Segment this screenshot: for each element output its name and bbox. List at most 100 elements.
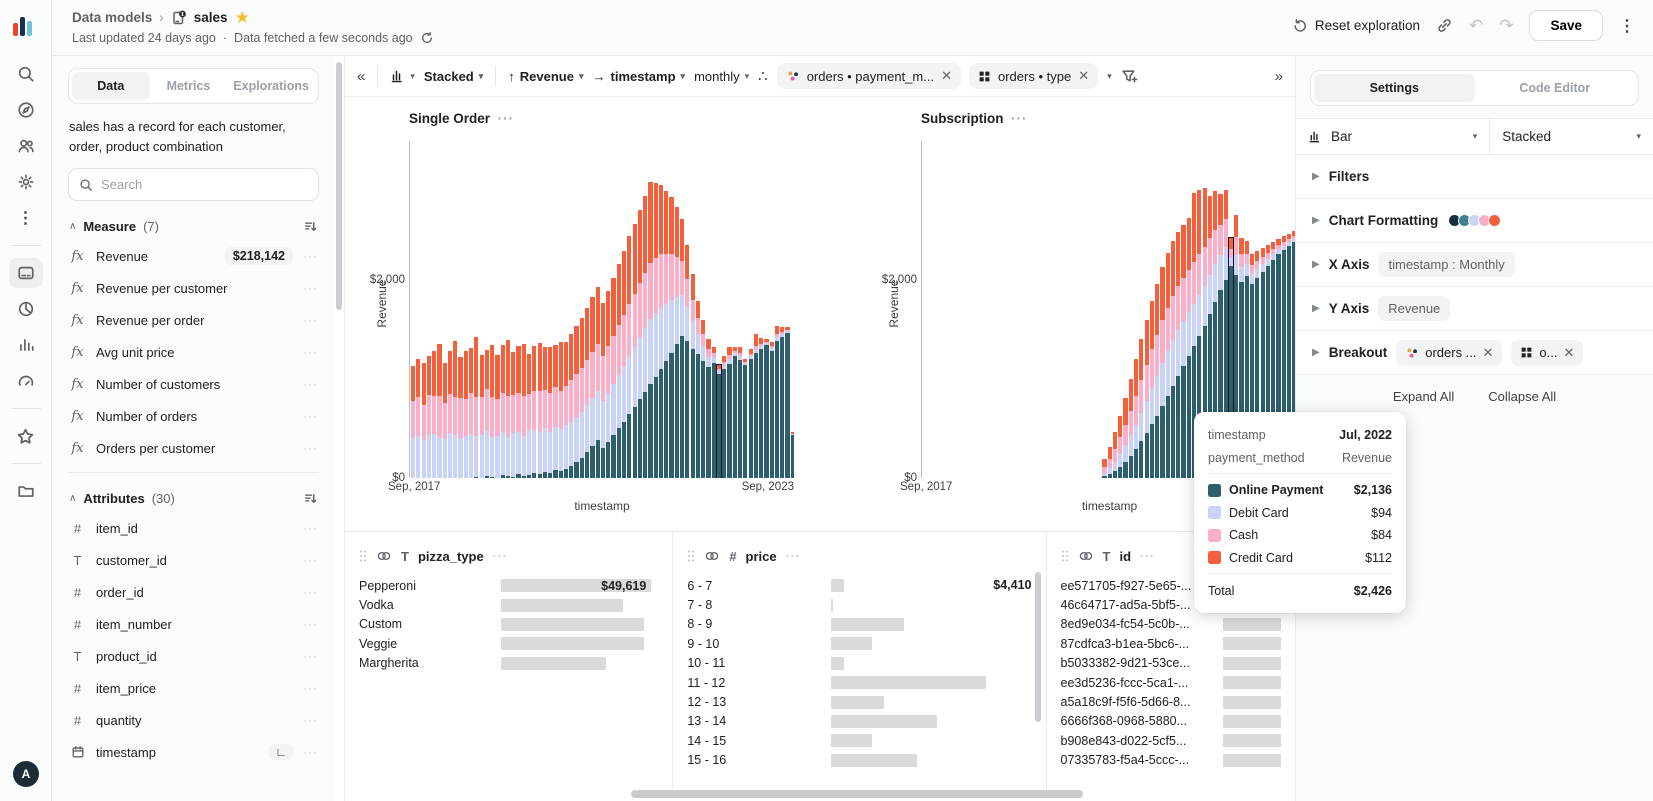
stacked-bar[interactable] xyxy=(627,236,631,478)
row-menu-icon[interactable]: ··· xyxy=(303,553,318,567)
row-menu-icon[interactable]: ··· xyxy=(303,249,318,263)
value-row[interactable]: 8 - 9 xyxy=(687,615,1031,634)
breadcrumb-data-models[interactable]: Data models xyxy=(72,10,152,25)
chart-menu-icon[interactable]: ··· xyxy=(1011,111,1028,126)
stack-mode-select[interactable]: Stacked ▾ xyxy=(1490,119,1653,154)
stacked-bar[interactable] xyxy=(543,347,547,478)
row-menu-icon[interactable]: ··· xyxy=(303,441,318,455)
value-row[interactable]: 10 - 11 xyxy=(687,654,1031,673)
panel-menu-icon[interactable]: ··· xyxy=(1140,549,1155,563)
stacked-bar[interactable] xyxy=(538,343,542,478)
stacked-bar[interactable] xyxy=(448,351,452,478)
stacked-bar[interactable] xyxy=(585,308,589,478)
row-menu-icon[interactable]: ··· xyxy=(303,681,318,695)
stacked-bar[interactable] xyxy=(1176,232,1180,478)
stacked-bar[interactable] xyxy=(601,303,605,478)
remove-chip-icon[interactable]: ✕ xyxy=(1483,345,1494,361)
stacked-bar[interactable] xyxy=(443,363,447,478)
remove-chip-icon[interactable]: ✕ xyxy=(1078,68,1089,84)
stacked-bar[interactable] xyxy=(548,347,552,478)
stacked-bar[interactable] xyxy=(722,356,726,478)
expand-triangle-icon[interactable]: ▶ xyxy=(1312,347,1320,358)
app-logo[interactable] xyxy=(13,12,39,36)
tab-code-editor[interactable]: Code Editor xyxy=(1475,74,1636,102)
stacked-bar[interactable] xyxy=(1171,241,1175,478)
search-input[interactable] xyxy=(101,177,308,192)
value-row[interactable]: ee3d5236-fccc-5ca1-... xyxy=(1061,673,1281,692)
x-axis-chip[interactable]: timestamp : Monthly xyxy=(1378,252,1514,277)
attribute-row[interactable]: #item_price··· xyxy=(68,672,319,704)
gauge-icon[interactable] xyxy=(9,366,43,396)
value-row[interactable]: b5033382-9d21-53ce... xyxy=(1061,654,1281,673)
value-row[interactable]: 8ed9e034-fc54-5c0b-... xyxy=(1061,615,1281,634)
stacked-bar[interactable] xyxy=(522,344,526,478)
row-menu-icon[interactable]: ··· xyxy=(303,377,318,391)
stacked-bar[interactable] xyxy=(559,342,563,478)
stacked-bar[interactable] xyxy=(1118,416,1122,478)
tab-data[interactable]: Data xyxy=(72,72,150,100)
chips-caret-icon[interactable]: ▾ xyxy=(1107,71,1112,82)
expand-all-link[interactable]: Expand All xyxy=(1393,389,1454,404)
y-axis-chip[interactable]: Revenue xyxy=(1378,296,1450,321)
row-menu-icon[interactable]: ··· xyxy=(303,745,318,759)
attribute-row[interactable]: #item_id··· xyxy=(68,512,319,544)
tab-explorations[interactable]: Explorations xyxy=(227,72,315,100)
user-avatar[interactable]: A xyxy=(13,761,39,787)
row-menu-icon[interactable]: ··· xyxy=(303,521,318,535)
collapse-right-icon[interactable]: » xyxy=(1275,68,1283,85)
stacked-bar[interactable] xyxy=(680,219,684,478)
stacked-bar[interactable] xyxy=(511,352,515,478)
field-search[interactable] xyxy=(68,168,319,201)
value-row[interactable]: a5a18c9f-f5f6-5d66-8... xyxy=(1061,692,1281,711)
stacked-bar[interactable] xyxy=(669,197,673,478)
chart-formatting-section[interactable]: ▶ Chart Formatting xyxy=(1296,199,1653,243)
chart-type-select[interactable]: Bar ▾ xyxy=(1296,119,1490,154)
row-menu-icon[interactable]: ··· xyxy=(303,313,318,327)
stacked-bar[interactable] xyxy=(1150,301,1154,478)
stacked-bar[interactable] xyxy=(1102,459,1106,478)
collapse-chevron-icon[interactable]: ∧ xyxy=(69,221,76,232)
stacked-bar[interactable] xyxy=(633,224,637,478)
stacked-bar[interactable] xyxy=(696,301,700,478)
expand-triangle-icon[interactable]: ▶ xyxy=(1312,303,1320,314)
stacked-bar[interactable] xyxy=(654,183,658,478)
row-menu-icon[interactable]: ··· xyxy=(303,281,318,295)
stacked-bar[interactable] xyxy=(659,185,663,478)
stacked-bar[interactable] xyxy=(553,345,557,478)
stacked-bar[interactable] xyxy=(770,342,774,478)
attribute-row[interactable]: #quantity··· xyxy=(68,704,319,736)
stacked-bar[interactable] xyxy=(569,334,573,478)
chart-menu-icon[interactable]: ··· xyxy=(498,111,515,126)
stacked-bar[interactable] xyxy=(712,347,716,478)
y-axis-section[interactable]: ▶ Y Axis Revenue xyxy=(1296,287,1653,331)
stacked-bar[interactable] xyxy=(501,345,505,478)
value-row[interactable]: Margherita xyxy=(359,654,658,673)
settings-gear-icon[interactable] xyxy=(9,167,43,197)
sort-icon[interactable] xyxy=(303,491,318,506)
breakout-chip-payment-method[interactable]: orders ... ✕ xyxy=(1396,340,1502,366)
drag-handle-icon[interactable] xyxy=(687,549,695,563)
users-icon[interactable] xyxy=(9,131,43,161)
x-axis-section[interactable]: ▶ X Axis timestamp : Monthly xyxy=(1296,243,1653,287)
stacked-bar[interactable] xyxy=(775,326,779,478)
stacked-bar[interactable] xyxy=(596,287,600,478)
stacked-bar[interactable] xyxy=(606,291,610,478)
stacked-bar[interactable] xyxy=(785,327,789,478)
stacked-bar[interactable] xyxy=(453,341,457,478)
stack-mode-dropdown[interactable]: Stacked▾ xyxy=(424,69,483,84)
breakout-section[interactable]: ▶ Breakout orders ... ✕ o... ✕ xyxy=(1296,331,1653,375)
value-row[interactable]: 87cdfca3-b1ea-5bc6-... xyxy=(1061,634,1281,653)
stacked-bar[interactable] xyxy=(675,207,679,478)
panel-scrollbar[interactable] xyxy=(1035,572,1041,722)
stacked-bar[interactable] xyxy=(506,340,510,478)
measure-row[interactable]: fxNumber of orders··· xyxy=(68,400,319,432)
row-menu-icon[interactable]: ··· xyxy=(303,345,318,359)
stacked-bar[interactable] xyxy=(416,359,420,478)
value-row[interactable]: b908e843-d022-5cf5... xyxy=(1061,731,1281,750)
value-row[interactable]: 15 - 16 xyxy=(687,751,1031,770)
panel-menu-icon[interactable]: ··· xyxy=(786,549,801,563)
tab-metrics[interactable]: Metrics xyxy=(150,72,228,100)
stacked-bar[interactable] xyxy=(733,347,737,478)
axis-assignment-icon[interactable]: ∟ xyxy=(269,744,293,760)
stacked-bar[interactable] xyxy=(532,346,536,478)
